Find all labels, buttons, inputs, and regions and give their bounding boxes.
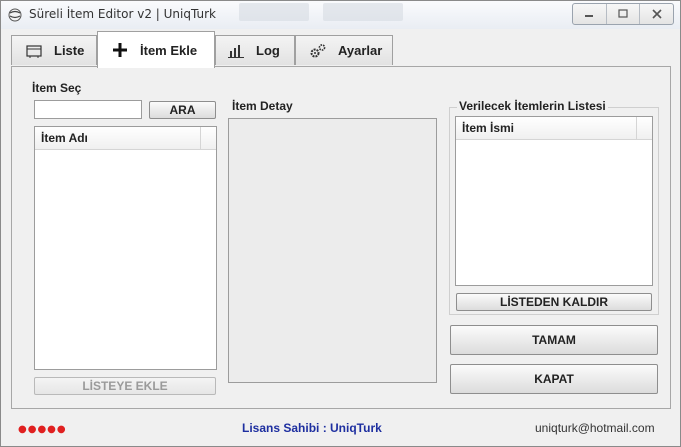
column-header-item-isim[interactable]: İtem İsmi <box>462 121 514 135</box>
globe-icon[interactable] <box>8 8 22 22</box>
remove-from-list-button[interactable]: LİSTEDEN KALDIR <box>456 293 652 311</box>
tab-ayarlar[interactable]: Ayarlar <box>295 35 393 65</box>
add-to-list-button[interactable]: LİSTEYE EKLE <box>34 377 216 395</box>
table-icon <box>24 44 44 58</box>
window-controls <box>572 3 674 25</box>
item-select-label: İtem Seç <box>32 81 82 95</box>
item-detail-label: İtem Detay <box>232 99 293 113</box>
close-icon[interactable] <box>640 4 673 24</box>
status-bar: ●●●●● Lisans Sahibi : UniqTurk uniqturk@… <box>1 411 680 445</box>
bar-chart-icon <box>226 44 246 58</box>
title-bar[interactable]: Süreli İtem Editor v2 | UniqTurk <box>1 1 680 29</box>
item-list[interactable]: İtem Adı <box>34 126 217 370</box>
tab-liste[interactable]: Liste <box>11 35 97 65</box>
app-window: Süreli İtem Editor v2 | UniqTurk Liste İ… <box>0 0 681 447</box>
tab-item-ekle[interactable]: İtem Ekle <box>97 31 215 68</box>
search-button[interactable]: ARA <box>149 101 216 119</box>
tab-label: Ayarlar <box>338 43 383 58</box>
tab-log[interactable]: Log <box>215 35 295 65</box>
column-header-item-name[interactable]: İtem Adı <box>41 131 88 145</box>
item-ekle-panel: İtem Seç ARA İtem Adı LİSTEYE EKLE İtem … <box>11 66 671 409</box>
background-blur <box>323 3 403 21</box>
list-header: İtem Adı <box>35 127 216 150</box>
column-separator <box>200 127 201 149</box>
status-dots: ●●●●● <box>18 424 67 435</box>
tab-label: Liste <box>54 43 85 58</box>
ok-button[interactable]: TAMAM <box>450 325 658 355</box>
list-header: İtem İsmi <box>456 117 652 140</box>
tab-label: İtem Ekle <box>140 42 198 58</box>
tab-label: Log <box>256 43 280 58</box>
column-separator <box>636 117 637 139</box>
plus-icon <box>110 42 130 58</box>
window-title: Süreli İtem Editor v2 | UniqTurk <box>29 7 216 21</box>
given-items-label: Verilecek İtemlerin Listesi <box>457 99 608 113</box>
background-blur <box>239 3 309 21</box>
tab-strip: Liste İtem Ekle Log Ayarlar <box>1 31 680 68</box>
license-text: Lisans Sahibi : UniqTurk <box>242 421 382 435</box>
given-items-list[interactable]: İtem İsmi <box>455 116 653 286</box>
search-input[interactable] <box>34 100 142 119</box>
minimize-icon[interactable] <box>573 4 607 24</box>
close-button[interactable]: KAPAT <box>450 364 658 394</box>
maximize-icon[interactable] <box>607 4 641 24</box>
gears-icon <box>308 43 328 59</box>
contact-email: uniqturk@hotmail.com <box>535 421 655 435</box>
item-detail-box <box>228 118 437 383</box>
